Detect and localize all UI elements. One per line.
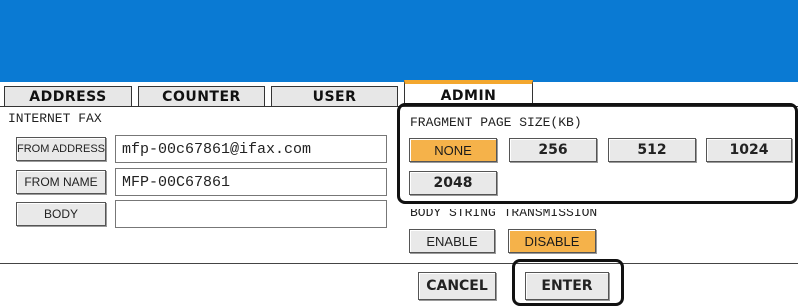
cancel-button[interactable]: CANCEL bbox=[418, 272, 496, 300]
fragment-none-button[interactable]: NONE bbox=[409, 138, 497, 162]
body-button-label: BODY bbox=[43, 207, 78, 221]
tab-counter[interactable]: COUNTER bbox=[138, 86, 265, 107]
tab-counter-label: COUNTER bbox=[162, 89, 241, 105]
tab-user[interactable]: USER bbox=[271, 86, 398, 107]
from-address-button[interactable]: FROM ADDRESS bbox=[16, 137, 106, 161]
cancel-label: CANCEL bbox=[426, 278, 488, 294]
fragment-2048-label: 2048 bbox=[433, 175, 473, 191]
fragment-2048-button[interactable]: 2048 bbox=[409, 171, 497, 195]
header-bar bbox=[0, 0, 798, 82]
disable-label: DISABLE bbox=[524, 233, 580, 249]
fragment-1024-button[interactable]: 1024 bbox=[706, 138, 792, 162]
tab-admin[interactable]: ADMIN bbox=[404, 80, 533, 107]
enter-label: ENTER bbox=[541, 278, 593, 294]
fragment-256-label: 256 bbox=[538, 142, 568, 158]
fragment-1024-label: 1024 bbox=[729, 142, 769, 158]
enable-button[interactable]: ENABLE bbox=[409, 229, 495, 253]
fragment-512-label: 512 bbox=[637, 142, 667, 158]
from-address-value: mfp-00c67861@ifax.com bbox=[122, 140, 312, 158]
fragment-none-label: NONE bbox=[434, 142, 472, 158]
tab-admin-label: ADMIN bbox=[440, 87, 497, 104]
from-name-button-label: FROM NAME bbox=[24, 175, 98, 189]
disable-button[interactable]: DISABLE bbox=[508, 229, 596, 253]
from-name-value: MFP-00C67861 bbox=[122, 173, 231, 191]
enable-label: ENABLE bbox=[426, 233, 478, 249]
from-address-button-label: FROM ADDRESS bbox=[17, 143, 106, 155]
tab-address-label: ADDRESS bbox=[29, 89, 107, 105]
from-name-button[interactable]: FROM NAME bbox=[16, 170, 106, 194]
body-button[interactable]: BODY bbox=[16, 202, 106, 226]
tab-bar: ADDRESS COUNTER USER ADMIN bbox=[0, 80, 798, 107]
fragment-page-size-label: FRAGMENT PAGE SIZE(KB) bbox=[410, 115, 582, 130]
footer-divider bbox=[0, 263, 798, 264]
internet-fax-label: INTERNET FAX bbox=[8, 111, 102, 126]
from-address-field[interactable]: mfp-00c67861@ifax.com bbox=[115, 135, 387, 163]
from-name-field[interactable]: MFP-00C67861 bbox=[115, 168, 387, 196]
tab-user-label: USER bbox=[312, 89, 357, 105]
fragment-512-button[interactable]: 512 bbox=[608, 138, 696, 162]
enter-button[interactable]: ENTER bbox=[525, 272, 609, 300]
tab-address[interactable]: ADDRESS bbox=[4, 86, 132, 107]
fragment-256-button[interactable]: 256 bbox=[509, 138, 597, 162]
body-field[interactable] bbox=[115, 200, 387, 228]
